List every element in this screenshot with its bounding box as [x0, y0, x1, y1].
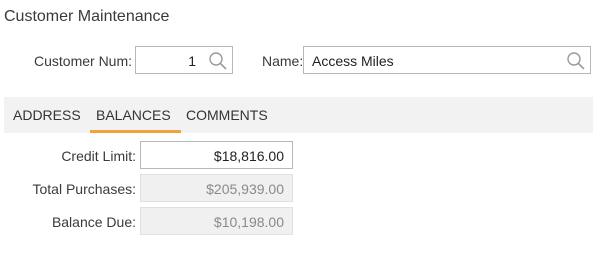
balance-due-field: $10,198.00 [140, 207, 293, 235]
tab-balances[interactable]: BALANCES [96, 107, 171, 123]
name-field[interactable]: Access Miles [303, 46, 591, 74]
name-value: Access Miles [312, 53, 394, 69]
credit-limit-label: Credit Limit: [61, 148, 136, 164]
credit-limit-field[interactable]: $18,816.00 [140, 141, 293, 169]
total-purchases-field: $205,939.00 [140, 174, 293, 202]
page-title: Customer Maintenance [4, 8, 170, 25]
tab-bar: ADDRESS BALANCES COMMENTS [4, 97, 593, 133]
tab-comments[interactable]: COMMENTS [186, 107, 268, 123]
active-tab-indicator [90, 130, 181, 133]
search-icon[interactable] [566, 51, 586, 71]
customer-num-label: Customer Num: [34, 53, 133, 69]
total-purchases-label: Total Purchases: [32, 181, 137, 197]
search-icon[interactable] [208, 51, 228, 71]
name-label: Name: [262, 53, 304, 69]
tab-address[interactable]: ADDRESS [13, 107, 81, 123]
customer-num-value: 1 [188, 53, 196, 69]
customer-num-field[interactable]: 1 [135, 46, 233, 74]
balance-due-label: Balance Due: [51, 214, 136, 230]
